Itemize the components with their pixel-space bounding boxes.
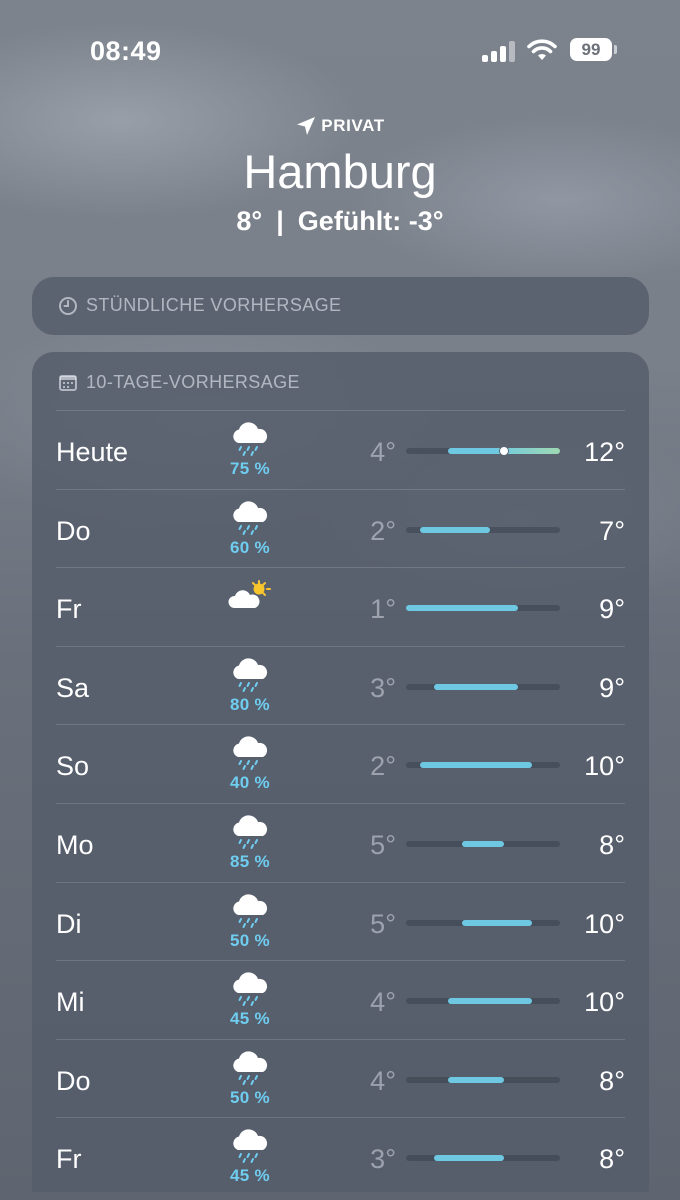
forecast-list: Heute 75 % 4° 12° Do 60 % 2° 7° Fr 1° 9° Sa 80 % 3° 9°… (32, 410, 649, 1196)
high-temperature: 9° (599, 672, 625, 703)
high-temperature: 9° (599, 594, 625, 625)
forecast-day: Fr (56, 594, 82, 625)
rain-cloud-icon (228, 1128, 272, 1164)
precipitation-chance: 80 % (230, 694, 270, 714)
forecast-row[interactable]: Do 50 % 4° 8° (56, 1038, 625, 1118)
high-temperature: 12° (584, 437, 625, 467)
rain-cloud-icon (228, 814, 272, 850)
temperature-range-track (406, 1076, 560, 1083)
precipitation-chance: 40 % (230, 773, 270, 793)
temperature-range-bar (406, 605, 518, 612)
forecast-day: Do (56, 1065, 91, 1096)
high-temperature: 7° (599, 515, 625, 546)
temperature-range-bar (462, 840, 504, 847)
temperature-range-track (406, 998, 560, 1005)
rain-cloud-icon (228, 971, 272, 1007)
low-temperature: 3° (370, 1144, 396, 1175)
forecast-row[interactable]: Sa 80 % 3° 9° (56, 645, 625, 725)
temperature-range-bar (448, 998, 532, 1005)
precipitation-chance: 50 % (230, 1087, 270, 1107)
forecast-row[interactable]: Fr 45 % 3° 8° (56, 1117, 625, 1196)
separator: | (276, 206, 284, 236)
high-temperature: 8° (599, 829, 625, 860)
current-temperature-marker (499, 446, 509, 456)
temperature-range-bar (434, 683, 518, 690)
forecast-row[interactable]: Mo 85 % 5° 8° (56, 802, 625, 882)
low-temperature: 5° (370, 829, 396, 860)
forecast-day: Sa (56, 672, 90, 703)
temperature-range-bar (434, 1155, 504, 1162)
rain-cloud-icon (228, 500, 272, 536)
battery-indicator: 99 (570, 38, 612, 61)
temperature-range-track (406, 919, 560, 926)
precipitation-chance: 45 % (230, 1009, 270, 1029)
forecast-day: So (56, 751, 90, 782)
high-temperature: 10° (584, 987, 625, 1018)
temperature-range-track (406, 446, 560, 456)
temperature-range-track (406, 1155, 560, 1162)
ten-day-forecast-title: 10-TAGE-VORHERSAGE (86, 372, 300, 392)
temperature-range-bar (420, 762, 532, 769)
precipitation-chance: 45 % (230, 1166, 270, 1186)
forecast-row[interactable]: Mi 45 % 4° 10° (56, 960, 625, 1039)
forecast-row[interactable]: So 40 % 2° 10° (56, 724, 625, 803)
precipitation-chance: 75 % (230, 459, 270, 478)
low-temperature: 2° (370, 751, 396, 782)
forecast-day: Do (56, 515, 91, 546)
rain-cloud-icon (228, 657, 272, 693)
high-temperature: 8° (599, 1144, 625, 1175)
forecast-row[interactable]: Heute 75 % 4° 12° (56, 410, 625, 489)
temperature-range-track (406, 683, 560, 690)
location-arrow-icon (297, 117, 316, 135)
forecast-day: Fr (56, 1144, 82, 1175)
low-temperature: 4° (370, 437, 396, 467)
low-temperature: 3° (370, 672, 396, 703)
city-name: Hamburg (243, 145, 437, 198)
temperature-range-track (406, 605, 560, 612)
low-temperature: 4° (370, 1065, 396, 1096)
temperature-range-track (406, 762, 560, 769)
partly-sunny-icon (228, 578, 272, 614)
rain-cloud-icon (228, 1050, 272, 1086)
calendar-icon (59, 374, 77, 391)
forecast-row[interactable]: Di 50 % 5° 10° (56, 881, 625, 961)
low-temperature: 1° (370, 594, 396, 625)
low-temperature: 4° (370, 987, 396, 1018)
precipitation-chance: 50 % (230, 930, 270, 950)
high-temperature: 10° (584, 751, 625, 782)
cellular-signal-icon (482, 40, 518, 62)
forecast-row[interactable]: Fr 1° 9° (56, 567, 625, 646)
ten-day-forecast-card[interactable]: 10-TAGE-VORHERSAGE Heute 75 % 4° 12° Do 60 % 2… (32, 352, 649, 1192)
clock: 08:49 (90, 36, 162, 66)
feels-like-temperature: Gefühlt: -3° (297, 206, 444, 236)
temperature-range-bar (448, 1076, 504, 1083)
precipitation-chance: 60 % (230, 537, 270, 557)
forecast-day: Mi (56, 987, 85, 1018)
high-temperature: 10° (584, 908, 625, 939)
temperature-range-bar (420, 526, 490, 533)
low-temperature: 5° (370, 908, 396, 939)
location-label: PRIVAT (321, 116, 385, 135)
temperature-range-bar (462, 919, 532, 926)
wifi-icon (527, 39, 557, 60)
location-header: PRIVAT Hamburg 8° | Gefühlt: -3° (0, 112, 680, 237)
clock-icon (59, 296, 77, 315)
precipitation-chance: 85 % (230, 851, 270, 871)
forecast-day: Di (56, 908, 82, 939)
rain-cloud-icon (228, 893, 272, 929)
low-temperature: 2° (370, 515, 396, 546)
temperature-range-track (406, 840, 560, 847)
temperature-range-track (406, 526, 560, 533)
battery-tip (614, 45, 617, 54)
forecast-row[interactable]: Do 60 % 2° 7° (56, 488, 625, 568)
rain-cloud-icon (228, 735, 272, 771)
current-temperature: 8° (236, 206, 263, 236)
hourly-forecast-card[interactable]: STÜNDLICHE VORHERSAGE (32, 277, 649, 335)
forecast-day: Heute (56, 437, 129, 467)
rain-cloud-icon (228, 421, 272, 457)
status-bar: 08:49 99 (0, 0, 680, 100)
forecast-day: Mo (56, 829, 94, 860)
hourly-forecast-title: STÜNDLICHE VORHERSAGE (86, 295, 342, 315)
high-temperature: 8° (599, 1065, 625, 1096)
